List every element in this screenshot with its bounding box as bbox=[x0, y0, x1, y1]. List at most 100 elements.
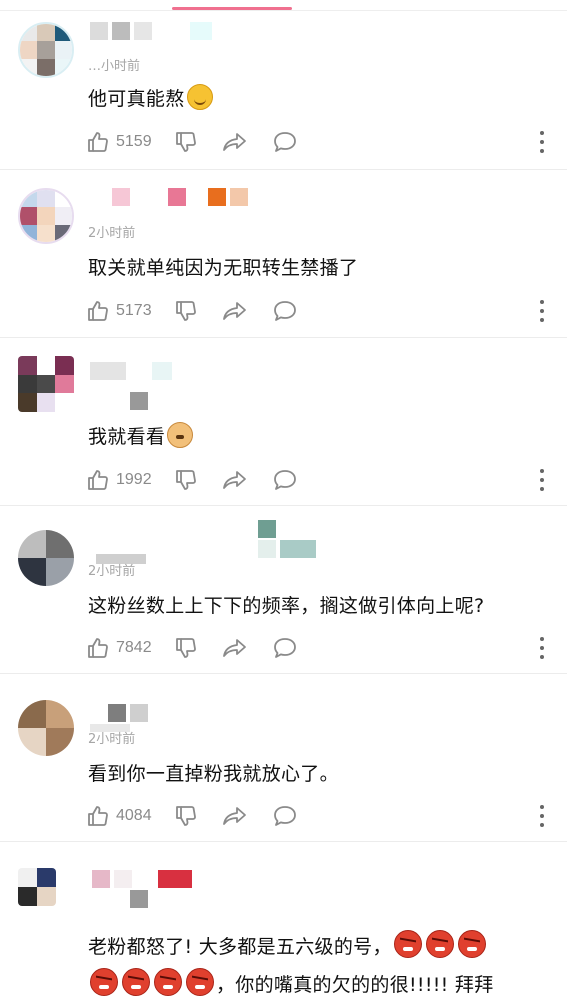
thumbs-down-icon bbox=[175, 638, 196, 658]
username-obscured[interactable] bbox=[258, 520, 276, 538]
share-button[interactable] bbox=[222, 468, 248, 492]
comment-time: 2小时前 bbox=[88, 732, 136, 747]
dislike-button[interactable] bbox=[174, 468, 198, 492]
more-button[interactable] bbox=[539, 805, 545, 827]
comment-icon bbox=[273, 470, 296, 490]
thumbs-down-icon bbox=[175, 470, 196, 490]
like-button[interactable]: 5173 bbox=[86, 299, 152, 323]
comment-icon bbox=[273, 132, 296, 152]
avatar[interactable] bbox=[18, 700, 74, 756]
reply-button[interactable] bbox=[272, 468, 298, 492]
thumbs-up-icon bbox=[88, 301, 108, 321]
comment-text: 我就看看 bbox=[88, 422, 547, 452]
reply-button[interactable] bbox=[272, 636, 298, 660]
username-obscured[interactable] bbox=[90, 362, 172, 380]
more-button[interactable] bbox=[539, 131, 545, 153]
like-count: 5173 bbox=[116, 302, 152, 319]
more-button[interactable] bbox=[539, 300, 545, 322]
angry-emoji bbox=[154, 968, 182, 996]
comment-icon bbox=[273, 806, 296, 826]
like-count: 1992 bbox=[116, 471, 152, 488]
avatar[interactable] bbox=[18, 188, 74, 244]
username-obscured[interactable] bbox=[90, 22, 212, 40]
thumbs-up-icon bbox=[88, 470, 108, 490]
comment-actions: 5159 bbox=[86, 128, 298, 156]
share-icon bbox=[222, 302, 246, 320]
share-icon bbox=[222, 471, 246, 489]
more-button[interactable] bbox=[539, 469, 545, 491]
share-button[interactable] bbox=[222, 636, 248, 660]
comment-text: 这粉丝数上上下下的频率，搁这做引体向上呢? bbox=[88, 595, 485, 617]
doge-emoji bbox=[167, 422, 194, 448]
angry-emoji bbox=[425, 930, 454, 958]
angry-emoji bbox=[122, 968, 150, 996]
angry-emoji bbox=[186, 968, 214, 996]
more-vertical-icon bbox=[540, 637, 544, 641]
username-obscured[interactable] bbox=[108, 704, 148, 722]
comment-item: …小时前 他可真能熬 5159 bbox=[0, 0, 567, 170]
like-button[interactable]: 4084 bbox=[86, 804, 152, 828]
comment-text: 看到你一直掉粉我就放心了。 bbox=[88, 763, 339, 785]
comment-item: 2小时前 取关就单纯因为无职转生禁播了 5173 bbox=[0, 170, 567, 338]
like-count: 7842 bbox=[116, 639, 152, 656]
comment-time: …小时前 bbox=[88, 59, 141, 74]
comment-item: 2小时前 看到你一直掉粉我就放心了。 4084 bbox=[0, 674, 567, 842]
username-obscured bbox=[258, 540, 316, 558]
share-button[interactable] bbox=[222, 804, 248, 828]
comment-time: 2小时前 bbox=[88, 226, 136, 241]
comment-text: 他可真能熬 bbox=[88, 84, 547, 114]
share-icon bbox=[222, 133, 246, 151]
more-button[interactable] bbox=[539, 637, 545, 659]
more-vertical-icon bbox=[540, 805, 544, 809]
dislike-button[interactable] bbox=[174, 299, 198, 323]
comment-time: 2小时前 bbox=[88, 564, 136, 579]
username-obscured[interactable] bbox=[92, 870, 192, 888]
share-icon bbox=[222, 639, 246, 657]
share-button[interactable] bbox=[222, 130, 248, 154]
avatar[interactable] bbox=[18, 868, 56, 906]
comment-item: 2小时前 这粉丝数上上下下的频率，搁这做引体向上呢? 7842 bbox=[0, 506, 567, 674]
like-button[interactable]: 7842 bbox=[86, 636, 152, 660]
reply-button[interactable] bbox=[272, 299, 298, 323]
reply-button[interactable] bbox=[272, 804, 298, 828]
angry-emoji bbox=[90, 968, 118, 996]
dislike-button[interactable] bbox=[174, 130, 198, 154]
like-button[interactable]: 5159 bbox=[86, 130, 152, 154]
username-obscured[interactable] bbox=[90, 188, 248, 206]
comment-actions: 7842 bbox=[86, 634, 298, 662]
reply-button[interactable] bbox=[272, 130, 298, 154]
thumbs-up-icon bbox=[88, 806, 108, 826]
thumbs-down-icon bbox=[175, 132, 196, 152]
thumbs-down-icon bbox=[175, 301, 196, 321]
comment-text: 老粉都怒了! 大多都是五六级的号， ，你的嘴真的欠的的很!!!!! 拜拜 bbox=[88, 928, 547, 1000]
like-count: 4084 bbox=[116, 807, 152, 824]
dislike-button[interactable] bbox=[174, 636, 198, 660]
comment-item: 我就看看 1992 bbox=[0, 338, 567, 506]
username-obscured bbox=[130, 890, 148, 908]
like-count: 5159 bbox=[116, 133, 152, 150]
avatar[interactable] bbox=[18, 22, 74, 78]
thumbs-down-icon bbox=[175, 806, 196, 826]
giggle-emoji bbox=[186, 84, 213, 110]
thumbs-up-icon bbox=[88, 638, 108, 658]
share-button[interactable] bbox=[222, 299, 248, 323]
angry-emoji bbox=[457, 930, 486, 958]
more-vertical-icon bbox=[540, 131, 544, 135]
comment-actions: 1992 bbox=[86, 466, 298, 494]
comment-actions: 5173 bbox=[86, 297, 298, 325]
avatar[interactable] bbox=[18, 356, 74, 412]
comment-icon bbox=[273, 638, 296, 658]
comment-item: 老粉都怒了! 大多都是五六级的号， ，你的嘴真的欠的的很!!!!! 拜拜 bbox=[0, 842, 567, 1000]
username-obscured bbox=[130, 392, 148, 410]
more-vertical-icon bbox=[540, 300, 544, 304]
comment-icon bbox=[273, 301, 296, 321]
avatar[interactable] bbox=[18, 530, 74, 586]
comment-actions: 4084 bbox=[86, 802, 298, 830]
angry-emoji bbox=[393, 930, 422, 958]
like-button[interactable]: 1992 bbox=[86, 468, 152, 492]
thumbs-up-icon bbox=[88, 132, 108, 152]
comment-text: 取关就单纯因为无职转生禁播了 bbox=[88, 257, 359, 279]
dislike-button[interactable] bbox=[174, 804, 198, 828]
more-vertical-icon bbox=[540, 469, 544, 473]
share-icon bbox=[222, 807, 246, 825]
